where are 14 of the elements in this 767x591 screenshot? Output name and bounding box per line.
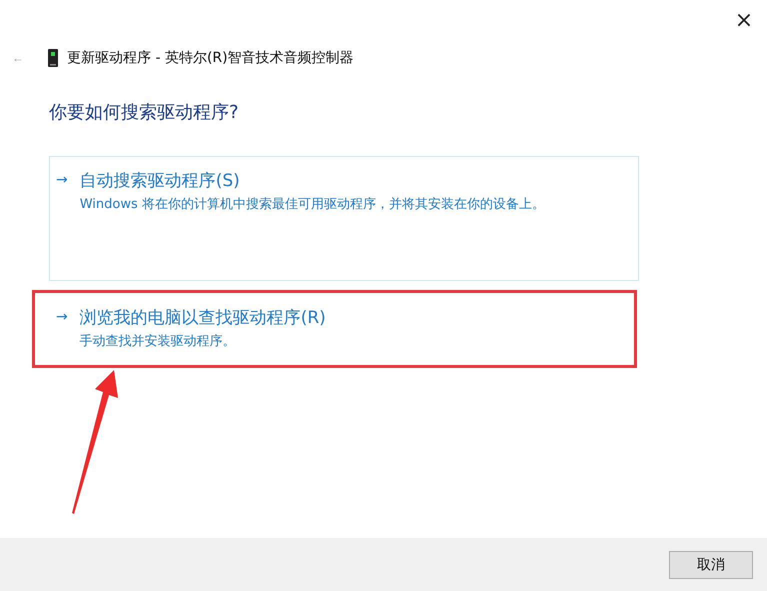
back-button[interactable]: ← — [8, 51, 28, 65]
cancel-button[interactable]: 取消 — [669, 550, 753, 578]
arrow-icon: → — [56, 169, 68, 215]
device-icon — [48, 49, 58, 67]
option-link[interactable]: → 浏览我的电脑以查找驱动程序(R) 手动查找并安装驱动程序。 — [49, 293, 634, 365]
page-heading: 你要如何搜索驱动程序? — [49, 101, 240, 124]
option-title: 自动搜索驱动程序(S) — [80, 170, 241, 193]
arrow-icon: → — [56, 306, 68, 352]
close-button[interactable]: × — [721, 0, 767, 40]
window-title: 更新驱动程序 - 英特尔(R)智音技术音频控制器 — [67, 49, 354, 67]
option-title: 浏览我的电脑以查找驱动程序(R) — [80, 307, 326, 330]
option-description: 手动查找并安装驱动程序。 — [80, 333, 237, 351]
option-link[interactable]: → 自动搜索驱动程序(S) Windows 将在你的计算机中搜索最佳可用驱动程序，并将其安装在你的设备上。 — [49, 156, 639, 281]
option-description: Windows 将在你的计算机中搜索最佳可用驱动程序，并将其安装在你的设备上。 — [80, 196, 545, 214]
